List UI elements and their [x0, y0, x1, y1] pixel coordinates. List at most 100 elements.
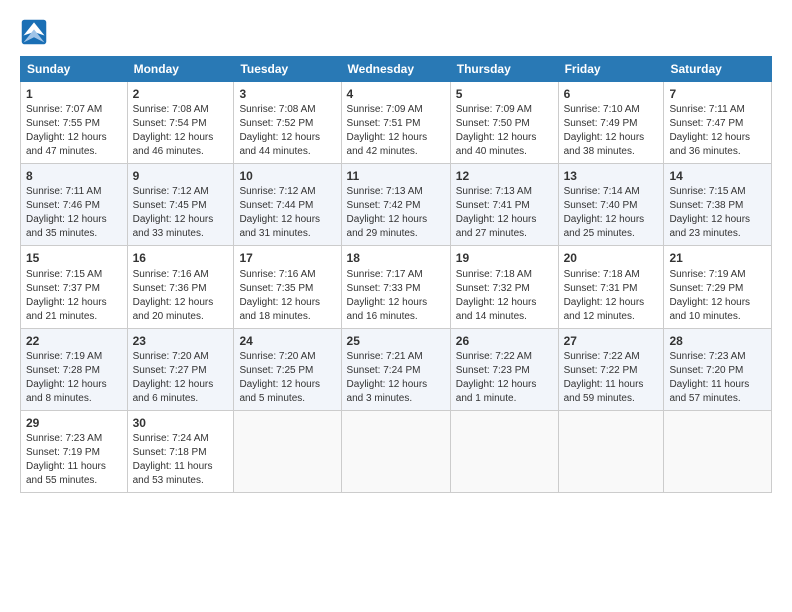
calendar-cell: 9Sunrise: 7:12 AMSunset: 7:45 PMDaylight…	[127, 164, 234, 246]
day-info: Sunrise: 7:18 AMSunset: 7:32 PMDaylight:…	[456, 268, 553, 324]
calendar-cell: 18 Sunrise: 7:17 AMSunset: 7:33 PMDayligh…	[341, 246, 450, 328]
day-number: 23	[133, 333, 229, 349]
day-info: Sunrise: 7:11 AMSunset: 7:47 PMDaylight:…	[669, 103, 766, 159]
day-number: 29	[26, 415, 122, 431]
day-number: 14	[669, 168, 766, 184]
day-info: Sunrise: 7:08 AMSunset: 7:52 PMDaylight:…	[239, 103, 335, 159]
week-row-1: 1Sunrise: 7:07 AMSunset: 7:55 PMDaylight…	[21, 82, 772, 164]
day-info: Sunrise: 7:22 AMSunset: 7:23 PMDaylight:…	[456, 350, 553, 406]
day-info: Sunrise: 7:19 AMSunset: 7:29 PMDaylight:…	[669, 268, 766, 324]
calendar-cell: 28Sunrise: 7:23 AMSunset: 7:20 PMDayligh…	[664, 328, 772, 410]
day-number: 27	[564, 333, 659, 349]
day-number: 11	[347, 168, 445, 184]
calendar-cell: 14Sunrise: 7:15 AMSunset: 7:38 PMDayligh…	[664, 164, 772, 246]
day-number: 8	[26, 168, 122, 184]
calendar-cell: 4Sunrise: 7:09 AMSunset: 7:51 PMDaylight…	[341, 82, 450, 164]
day-info: Sunrise: 7:08 AMSunset: 7:54 PMDaylight:…	[133, 103, 229, 159]
day-info: Sunrise: 7:20 AMSunset: 7:25 PMDaylight:…	[239, 350, 335, 406]
calendar-cell: 19 Sunrise: 7:18 AMSunset: 7:32 PMDayligh…	[450, 246, 558, 328]
day-info: Sunrise: 7:10 AMSunset: 7:49 PMDaylight:…	[564, 103, 659, 159]
day-number: 10	[239, 168, 335, 184]
day-number: 16	[133, 250, 229, 266]
day-info: Sunrise: 7:12 AMSunset: 7:45 PMDaylight:…	[133, 185, 229, 241]
day-info: Sunrise: 7:09 AMSunset: 7:51 PMDaylight:…	[347, 103, 445, 159]
calendar-cell: 23Sunrise: 7:20 AMSunset: 7:27 PMDayligh…	[127, 328, 234, 410]
page: SundayMondayTuesdayWednesdayThursdayFrid…	[0, 0, 792, 612]
day-number: 19	[456, 250, 553, 266]
calendar-cell: 22Sunrise: 7:19 AMSunset: 7:28 PMDayligh…	[21, 328, 128, 410]
week-row-3: 15 Sunrise: 7:15 AMSunset: 7:37 PMDayligh…	[21, 246, 772, 328]
logo-icon	[20, 18, 48, 46]
calendar-cell: 5Sunrise: 7:09 AMSunset: 7:50 PMDaylight…	[450, 82, 558, 164]
calendar-header-row: SundayMondayTuesdayWednesdayThursdayFrid…	[21, 57, 772, 82]
calendar-cell	[450, 410, 558, 492]
calendar-cell: 8Sunrise: 7:11 AMSunset: 7:46 PMDaylight…	[21, 164, 128, 246]
day-number: 28	[669, 333, 766, 349]
calendar-cell	[341, 410, 450, 492]
week-row-2: 8Sunrise: 7:11 AMSunset: 7:46 PMDaylight…	[21, 164, 772, 246]
day-number: 22	[26, 333, 122, 349]
day-info: Sunrise: 7:14 AMSunset: 7:40 PMDaylight:…	[564, 185, 659, 241]
day-number: 6	[564, 86, 659, 102]
calendar-cell	[558, 410, 664, 492]
calendar-cell: 13Sunrise: 7:14 AMSunset: 7:40 PMDayligh…	[558, 164, 664, 246]
day-header-thursday: Thursday	[450, 57, 558, 82]
day-info: Sunrise: 7:09 AMSunset: 7:50 PMDaylight:…	[456, 103, 553, 159]
calendar-cell: 6Sunrise: 7:10 AMSunset: 7:49 PMDaylight…	[558, 82, 664, 164]
week-row-5: 29Sunrise: 7:23 AMSunset: 7:19 PMDayligh…	[21, 410, 772, 492]
day-number: 26	[456, 333, 553, 349]
day-number: 2	[133, 86, 229, 102]
day-info: Sunrise: 7:17 AMSunset: 7:33 PMDaylight:…	[347, 268, 445, 324]
day-info: Sunrise: 7:07 AMSunset: 7:55 PMDaylight:…	[26, 103, 122, 159]
calendar-cell: 7Sunrise: 7:11 AMSunset: 7:47 PMDaylight…	[664, 82, 772, 164]
calendar-cell: 21 Sunrise: 7:19 AMSunset: 7:29 PMDayligh…	[664, 246, 772, 328]
calendar-cell: 29Sunrise: 7:23 AMSunset: 7:19 PMDayligh…	[21, 410, 128, 492]
day-info: Sunrise: 7:11 AMSunset: 7:46 PMDaylight:…	[26, 185, 122, 241]
calendar-cell: 24Sunrise: 7:20 AMSunset: 7:25 PMDayligh…	[234, 328, 341, 410]
calendar-cell: 26Sunrise: 7:22 AMSunset: 7:23 PMDayligh…	[450, 328, 558, 410]
day-info: Sunrise: 7:19 AMSunset: 7:28 PMDaylight:…	[26, 350, 122, 406]
calendar-cell: 12Sunrise: 7:13 AMSunset: 7:41 PMDayligh…	[450, 164, 558, 246]
day-number: 20	[564, 250, 659, 266]
day-info: Sunrise: 7:15 AMSunset: 7:37 PMDaylight:…	[26, 268, 122, 324]
calendar-cell: 27Sunrise: 7:22 AMSunset: 7:22 PMDayligh…	[558, 328, 664, 410]
day-header-friday: Friday	[558, 57, 664, 82]
day-info: Sunrise: 7:13 AMSunset: 7:41 PMDaylight:…	[456, 185, 553, 241]
day-info: Sunrise: 7:21 AMSunset: 7:24 PMDaylight:…	[347, 350, 445, 406]
calendar-cell: 3Sunrise: 7:08 AMSunset: 7:52 PMDaylight…	[234, 82, 341, 164]
day-info: Sunrise: 7:16 AMSunset: 7:36 PMDaylight:…	[133, 268, 229, 324]
day-number: 4	[347, 86, 445, 102]
day-info: Sunrise: 7:23 AMSunset: 7:20 PMDaylight:…	[669, 350, 766, 406]
week-row-4: 22Sunrise: 7:19 AMSunset: 7:28 PMDayligh…	[21, 328, 772, 410]
day-number: 15	[26, 250, 122, 266]
calendar-cell: 11Sunrise: 7:13 AMSunset: 7:42 PMDayligh…	[341, 164, 450, 246]
day-number: 21	[669, 250, 766, 266]
calendar-cell	[234, 410, 341, 492]
day-info: Sunrise: 7:23 AMSunset: 7:19 PMDaylight:…	[26, 432, 122, 488]
day-number: 30	[133, 415, 229, 431]
day-header-monday: Monday	[127, 57, 234, 82]
day-info: Sunrise: 7:13 AMSunset: 7:42 PMDaylight:…	[347, 185, 445, 241]
calendar-cell: 16 Sunrise: 7:16 AMSunset: 7:36 PMDayligh…	[127, 246, 234, 328]
logo	[20, 18, 52, 46]
day-header-wednesday: Wednesday	[341, 57, 450, 82]
header	[20, 18, 772, 46]
day-number: 13	[564, 168, 659, 184]
day-number: 18	[347, 250, 445, 266]
calendar-cell: 15 Sunrise: 7:15 AMSunset: 7:37 PMDayligh…	[21, 246, 128, 328]
day-number: 7	[669, 86, 766, 102]
day-number: 25	[347, 333, 445, 349]
day-number: 3	[239, 86, 335, 102]
day-info: Sunrise: 7:22 AMSunset: 7:22 PMDaylight:…	[564, 350, 659, 406]
day-header-sunday: Sunday	[21, 57, 128, 82]
day-number: 1	[26, 86, 122, 102]
day-info: Sunrise: 7:16 AMSunset: 7:35 PMDaylight:…	[239, 268, 335, 324]
calendar-cell: 30Sunrise: 7:24 AMSunset: 7:18 PMDayligh…	[127, 410, 234, 492]
calendar-cell: 10Sunrise: 7:12 AMSunset: 7:44 PMDayligh…	[234, 164, 341, 246]
day-info: Sunrise: 7:18 AMSunset: 7:31 PMDaylight:…	[564, 268, 659, 324]
calendar-table: SundayMondayTuesdayWednesdayThursdayFrid…	[20, 56, 772, 493]
calendar-cell: 2Sunrise: 7:08 AMSunset: 7:54 PMDaylight…	[127, 82, 234, 164]
calendar-cell: 1Sunrise: 7:07 AMSunset: 7:55 PMDaylight…	[21, 82, 128, 164]
calendar-cell: 25Sunrise: 7:21 AMSunset: 7:24 PMDayligh…	[341, 328, 450, 410]
day-info: Sunrise: 7:20 AMSunset: 7:27 PMDaylight:…	[133, 350, 229, 406]
